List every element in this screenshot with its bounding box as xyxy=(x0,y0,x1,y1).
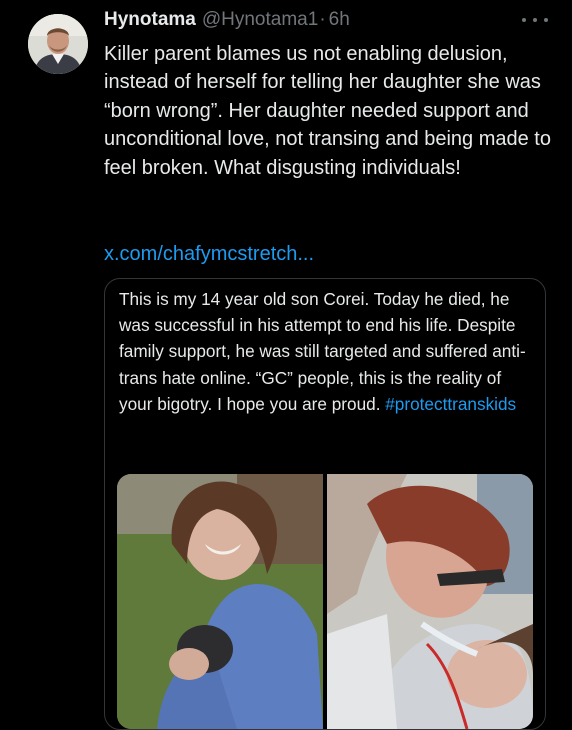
photo-image xyxy=(327,474,533,729)
separator-dot: · xyxy=(319,9,326,30)
quoted-tweet[interactable]: This is my 14 year old son Corei. Today … xyxy=(104,278,546,730)
tweet-header: Hynotama @Hynotama1 · 6h xyxy=(104,9,350,35)
more-options-icon[interactable] xyxy=(522,13,548,27)
user-handle[interactable]: @Hynotama1 xyxy=(202,9,318,31)
timestamp[interactable]: 6h xyxy=(329,9,350,31)
display-name[interactable]: Hynotama xyxy=(104,9,196,31)
hashtag-link[interactable]: #protecttranskids xyxy=(385,394,516,414)
tweet[interactable]: Hynotama @Hynotama1 · 6h Killer parent b… xyxy=(0,0,572,730)
dot-icon xyxy=(522,18,526,22)
media-gallery[interactable] xyxy=(117,474,533,729)
avatar[interactable] xyxy=(28,14,88,74)
tweet-link[interactable]: x.com/chafymcstretch... xyxy=(104,240,314,268)
dot-icon xyxy=(544,18,548,22)
avatar-image xyxy=(28,14,88,74)
tweet-text: Killer parent blames us not enabling del… xyxy=(104,43,551,179)
photo-left[interactable] xyxy=(117,474,323,729)
quoted-tweet-text: This is my 14 year old son Corei. Today … xyxy=(119,286,539,417)
photo-right[interactable] xyxy=(327,474,533,729)
dot-icon xyxy=(533,18,537,22)
photo-image xyxy=(117,474,323,729)
